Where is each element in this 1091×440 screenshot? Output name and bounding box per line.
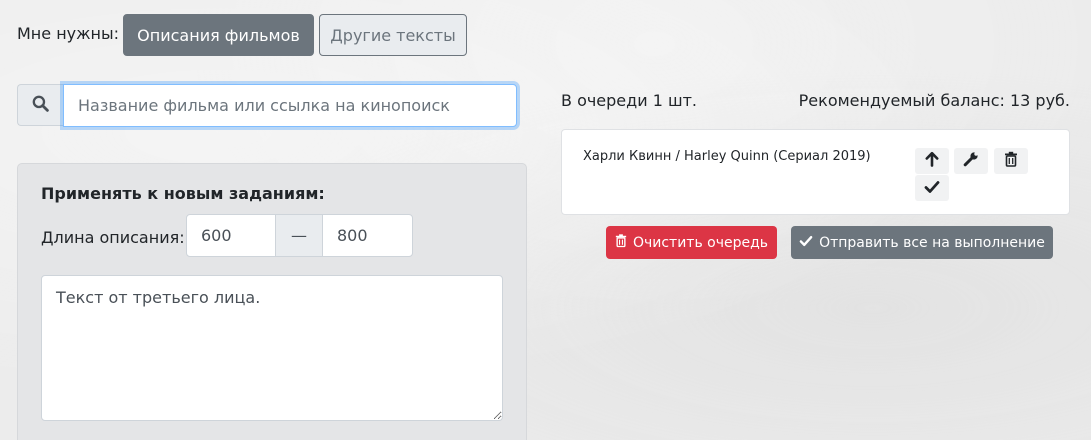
clear-queue-label: Очистить очередь	[632, 234, 769, 251]
need-label: Мне нужны:	[17, 24, 120, 43]
length-to-input[interactable]	[322, 214, 413, 257]
other-texts-button[interactable]: Другие тексты	[319, 14, 467, 56]
send-all-label: Отправить все на выполнение	[819, 234, 1045, 251]
delete-button[interactable]	[994, 148, 1028, 174]
search-input[interactable]	[63, 84, 517, 127]
send-all-button[interactable]: Отправить все на выполнение	[791, 226, 1053, 259]
length-from-input[interactable]	[186, 214, 276, 257]
check-icon	[924, 179, 940, 198]
settings-title: Применять к новым заданиям:	[41, 184, 325, 203]
trash-icon	[1004, 151, 1018, 171]
description-textarea[interactable]: Текст от третьего лица.	[41, 275, 503, 421]
wrench-icon	[963, 151, 979, 171]
recommended-balance: Рекомендуемый баланс: 13 руб.	[798, 91, 1070, 110]
approve-button[interactable]	[915, 175, 949, 201]
length-label: Длина описания:	[41, 228, 185, 247]
edit-button[interactable]	[954, 148, 988, 174]
search-button[interactable]	[17, 84, 63, 126]
arrow-up-icon	[925, 151, 939, 171]
move-up-button[interactable]	[915, 148, 949, 174]
queue-item-title: Харли Квинн / Harley Quinn (Сериал 2019)	[583, 149, 871, 164]
queue-count: В очереди 1 шт.	[561, 91, 698, 110]
trash-icon	[615, 233, 627, 252]
clear-queue-button[interactable]: Очистить очередь	[606, 226, 777, 259]
films-descriptions-button[interactable]: Описания фильмов	[123, 14, 314, 56]
search-icon	[32, 95, 49, 116]
length-separator: —	[276, 214, 322, 257]
check-icon	[799, 235, 813, 251]
